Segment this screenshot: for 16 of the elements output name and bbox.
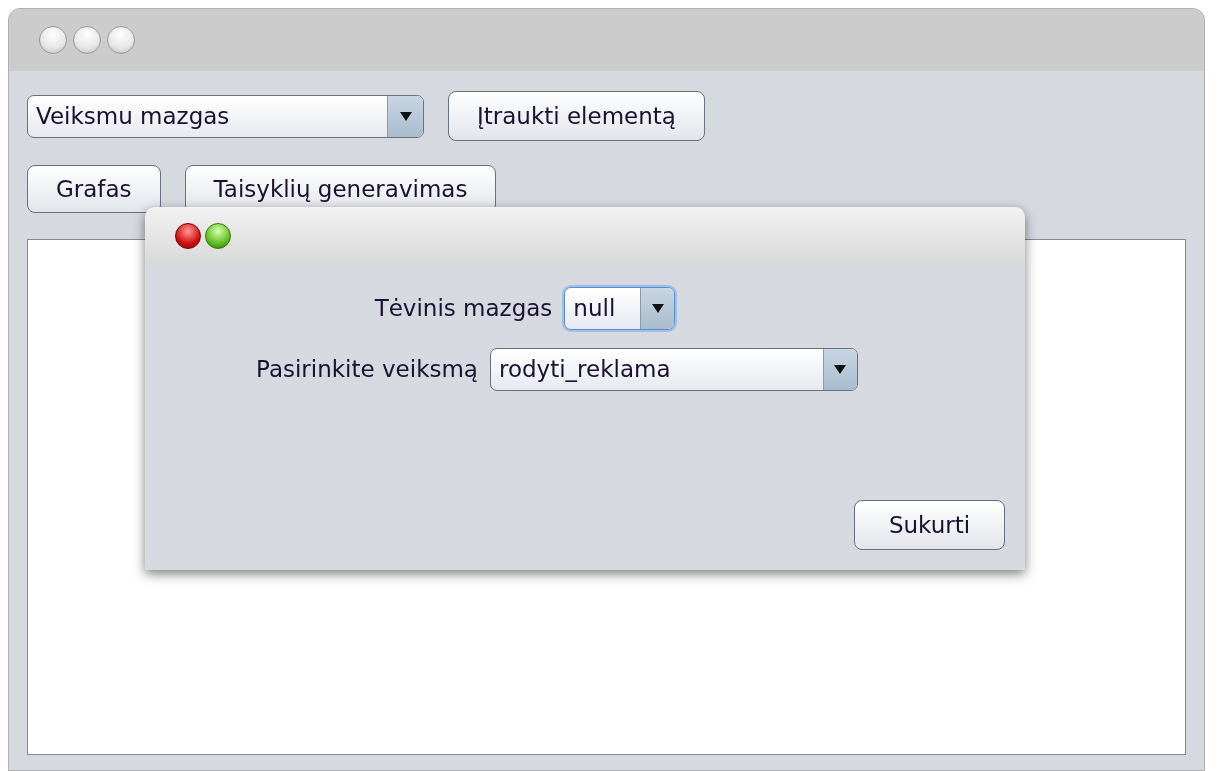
caret-icon	[834, 365, 847, 374]
create-button[interactable]: Sukurti	[854, 500, 1005, 550]
window-button-icon[interactable]	[107, 26, 135, 54]
close-icon[interactable]	[175, 223, 201, 249]
node-type-dropdown[interactable]: Veiksmu mazgas	[27, 94, 424, 138]
dropdown[interactable]: rodyti_reklama	[489, 348, 858, 391]
window-button-icon[interactable]	[73, 26, 101, 54]
tab[interactable]: Grafas	[27, 165, 161, 213]
zoom-icon[interactable]	[205, 223, 231, 249]
field-label: Tėvinis mazgas	[374, 294, 553, 324]
caret-icon	[651, 304, 664, 313]
window-button-icon[interactable]	[39, 26, 67, 54]
caret-icon	[399, 111, 412, 121]
field-label: Pasirinkite veiksmą	[256, 355, 478, 385]
dropdown[interactable]: null	[564, 287, 676, 330]
add-element-button[interactable]: Įtraukti elementą	[448, 91, 705, 141]
